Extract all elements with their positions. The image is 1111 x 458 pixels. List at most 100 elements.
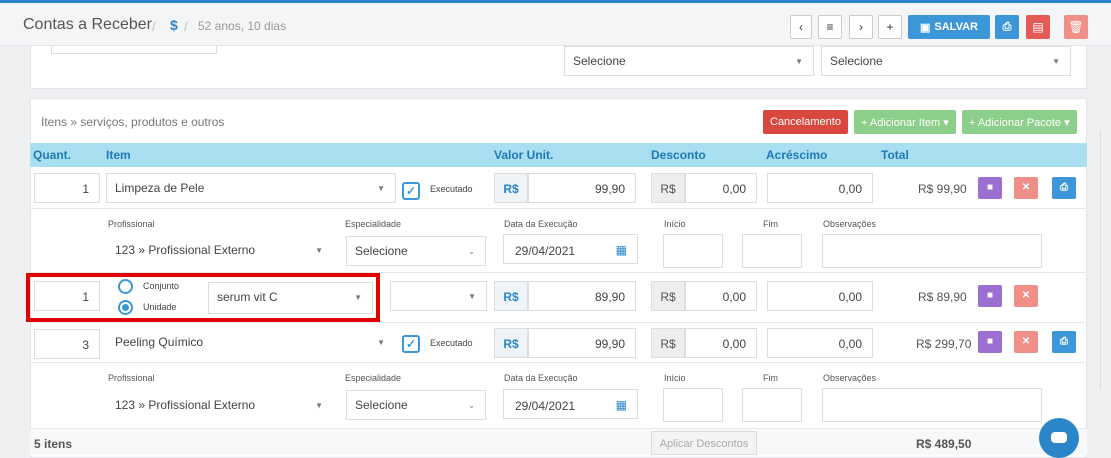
next-button[interactable]: ›: [849, 15, 873, 39]
item-select[interactable]: Peeling Químico ▼: [106, 327, 396, 357]
discount-currency-addon: R$: [651, 328, 685, 358]
end-label: Fim: [763, 219, 778, 229]
col-discount: Desconto: [651, 148, 706, 162]
currency-addon: R$: [494, 173, 528, 203]
breadcrumb-separator: /: [152, 19, 156, 34]
start-input[interactable]: [663, 234, 723, 268]
chevron-down-icon: ⌄: [468, 247, 475, 256]
chevron-down-icon: ▼: [377, 338, 385, 347]
specialty-label: Especialidade: [345, 219, 402, 229]
specialty-value: Selecione: [355, 244, 408, 258]
save-button[interactable]: ▣ SALVAR: [908, 15, 990, 39]
date-input[interactable]: 29/04/2021 ▦: [503, 234, 638, 264]
upper-panel: Selecione ▼ Selecione ▼: [30, 45, 1087, 89]
chevron-down-icon: ▼: [1052, 57, 1060, 66]
col-unit: Valor Unit.: [494, 148, 554, 162]
camera-icon[interactable]: ■: [978, 331, 1002, 353]
apply-discounts-button[interactable]: Aplicar Descontos: [651, 431, 757, 455]
select-a[interactable]: Selecione ▼: [564, 46, 814, 76]
chat-icon[interactable]: [1039, 418, 1079, 458]
date-label: Data da Execução: [504, 373, 578, 383]
item-count: 5 itens: [34, 437, 73, 451]
print-icon[interactable]: ⎙: [1052, 331, 1076, 353]
unit-price-input[interactable]: 89,90: [528, 281, 636, 311]
calendar-icon[interactable]: ▦: [616, 398, 627, 412]
observations-label: Observações: [823, 219, 877, 229]
col-qty: Quant.: [33, 148, 71, 162]
remove-icon[interactable]: ✕: [1014, 177, 1038, 199]
discount-input[interactable]: 0,00: [685, 281, 757, 311]
professional-label: Profissional: [108, 219, 155, 229]
scrollbar[interactable]: [1100, 130, 1111, 390]
professional-select[interactable]: 123 » Profissional Externo ▼: [106, 390, 334, 420]
col-surcharge: Acréscimo: [766, 148, 828, 162]
grand-total: R$ 489,50: [916, 437, 972, 451]
col-item: Item: [106, 148, 131, 162]
discount-input[interactable]: 0,00: [685, 328, 757, 358]
executed-checkbox[interactable]: ✓: [402, 335, 420, 353]
list-icon[interactable]: ≡: [818, 15, 842, 39]
row-total: R$ 89,90: [918, 290, 967, 304]
chevron-down-icon: ▼: [468, 292, 476, 301]
date-label: Data da Execução: [504, 219, 578, 229]
select-b-value: Selecione: [830, 54, 883, 68]
executed-checkbox[interactable]: ✓: [402, 182, 420, 200]
professional-label: Profissional: [108, 373, 155, 383]
pdf-icon[interactable]: ▤: [1026, 15, 1050, 39]
date-value: 29/04/2021: [515, 244, 576, 258]
qty-input[interactable]: 1: [34, 173, 100, 203]
page-title: Contas a Receber: [23, 16, 152, 33]
remove-icon[interactable]: ✕: [1014, 331, 1038, 353]
remove-icon[interactable]: ✕: [1014, 285, 1038, 307]
add-package-button[interactable]: + Adicionar Pacote ▾: [962, 110, 1077, 134]
chevron-down-icon: ▼: [377, 184, 385, 193]
print-icon[interactable]: ⎙: [1052, 177, 1076, 199]
add-item-button[interactable]: + Adicionar Item ▾: [854, 110, 956, 134]
dollar-icon[interactable]: $: [170, 17, 178, 33]
start-input[interactable]: [663, 388, 723, 422]
observations-input[interactable]: [822, 234, 1042, 268]
chevron-down-icon: ▼: [315, 246, 323, 255]
end-input[interactable]: [742, 388, 802, 422]
surcharge-input[interactable]: 0,00: [767, 328, 873, 358]
start-label: Início: [664, 373, 686, 383]
items-table-header: Quant. Item Valor Unit. Desconto Acrésci…: [30, 143, 1087, 167]
observations-label: Observações: [823, 373, 877, 383]
select-b[interactable]: Selecione ▼: [821, 46, 1071, 76]
qty-input[interactable]: 3: [34, 329, 100, 359]
item-select[interactable]: Limpeza de Pele ▼: [106, 173, 396, 203]
specialty-label: Especialidade: [345, 373, 402, 383]
end-input[interactable]: [742, 234, 802, 268]
cancel-button[interactable]: Cancelamento: [763, 110, 848, 134]
save-label: SALVAR: [934, 21, 978, 33]
col-total: Total: [881, 148, 909, 162]
check-icon: ✓: [405, 337, 417, 351]
save-icon: ▣: [920, 21, 931, 34]
calendar-icon[interactable]: ▦: [616, 243, 627, 257]
specialty-select[interactable]: Selecione ⌄: [346, 236, 486, 266]
specialty-select[interactable]: Selecione ⌄: [346, 390, 486, 420]
breadcrumb-separator: /: [184, 19, 188, 34]
print-icon[interactable]: ⎙: [995, 15, 1019, 39]
date-input[interactable]: 29/04/2021 ▦: [503, 389, 638, 419]
row-total: R$ 99,90: [918, 182, 967, 196]
surcharge-input[interactable]: 0,00: [767, 281, 873, 311]
specialty-mini-select[interactable]: ▼: [390, 281, 487, 311]
unit-price-input[interactable]: 99,90: [528, 328, 636, 358]
camera-icon[interactable]: ■: [978, 285, 1002, 307]
delete-icon[interactable]: 🗑: [1064, 15, 1088, 39]
start-label: Início: [664, 219, 686, 229]
camera-icon[interactable]: ■: [978, 177, 1002, 199]
specialty-value: Selecione: [355, 398, 408, 412]
item-value: Peeling Químico: [115, 335, 204, 349]
row-divider: [30, 362, 1087, 363]
previous-button[interactable]: ‹: [790, 15, 812, 39]
add-button[interactable]: +: [878, 15, 902, 39]
check-icon: ✓: [405, 184, 417, 198]
professional-select[interactable]: 123 » Profissional Externo ▼: [106, 235, 334, 265]
observations-input[interactable]: [822, 388, 1042, 422]
surcharge-input[interactable]: 0,00: [767, 173, 873, 203]
client-age: 52 anos, 10 dias: [198, 19, 287, 33]
discount-input[interactable]: 0,00: [685, 173, 757, 203]
unit-price-input[interactable]: 99,90: [528, 173, 636, 203]
